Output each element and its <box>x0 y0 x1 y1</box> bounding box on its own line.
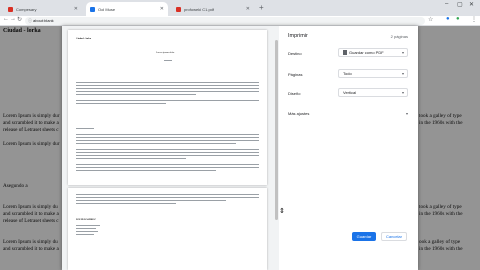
cancel-button[interactable]: Cancelar <box>381 232 407 241</box>
forward-icon[interactable]: → <box>10 16 16 22</box>
info-icon[interactable]: ⓘ <box>28 17 32 25</box>
mouse-cursor-icon: ⇕ <box>279 208 285 215</box>
tab-favicon-icon <box>90 6 95 12</box>
star-icon[interactable]: ☆ <box>428 16 433 23</box>
tab-favicon-icon <box>8 6 13 12</box>
preview-page-1: Ciudad - lorka Lorem ipsum dolor <box>68 30 267 185</box>
pdf-icon <box>343 50 347 56</box>
page-count: 2 páginas <box>390 34 408 39</box>
extension-icon[interactable]: ● <box>446 16 450 22</box>
tab-2[interactable]: Ool Muse ✕ <box>86 2 168 16</box>
close-window-button[interactable]: ✕ <box>469 1 474 8</box>
tab-label: profoweki C1.pdf <box>184 6 215 12</box>
layout-select[interactable]: Vertical ▾ <box>338 88 408 97</box>
chevron-down-icon: ▾ <box>401 50 404 55</box>
close-tab-icon[interactable]: ✕ <box>74 6 78 12</box>
print-preview: Ciudad - lorka Lorem ipsum dolor DAVID R… <box>62 26 279 270</box>
reload-icon[interactable]: ↻ <box>17 16 22 23</box>
close-tab-icon[interactable]: ✕ <box>160 6 164 12</box>
tab-label: Compesary <box>16 6 37 12</box>
preview-name: DAVID RAMIREZ <box>76 218 96 221</box>
preview-scrollbar-thumb[interactable] <box>275 40 278 220</box>
chevron-down-icon: ▾ <box>401 90 404 95</box>
layout-value: Vertical <box>343 90 357 95</box>
tab-label: Ool Muse <box>98 6 116 12</box>
chevron-down-icon: ▾ <box>401 71 404 76</box>
preview-heading: Lorem ipsum dolor <box>156 51 175 54</box>
tab-1[interactable]: Compesary ✕ <box>4 2 82 16</box>
preview-title: Ciudad - lorka <box>76 37 92 40</box>
chevron-down-icon: ▾ <box>405 111 408 116</box>
back-icon[interactable]: ← <box>3 16 9 22</box>
more-settings-toggle[interactable]: Más ajustes ▾ <box>288 111 408 116</box>
maximize-button[interactable]: ▢ <box>457 1 463 8</box>
address-text: about:blank <box>33 18 54 23</box>
address-bar[interactable]: ⓘ about:blank <box>25 17 425 25</box>
save-button[interactable]: Guardar <box>352 232 376 241</box>
minimize-button[interactable]: – <box>445 1 448 7</box>
destination-label: Destino <box>288 51 302 56</box>
print-title: Imprimir <box>288 33 308 39</box>
more-settings-label: Más ajustes <box>288 111 310 116</box>
close-tab-icon[interactable]: ✕ <box>246 6 250 12</box>
preview-page-2: DAVID RAMIREZ <box>68 188 267 270</box>
pages-select[interactable]: Todo ▾ <box>338 69 408 78</box>
menu-icon[interactable]: ⋮ <box>471 16 477 23</box>
pages-value: Todo <box>343 71 352 76</box>
profile-icon[interactable]: ● <box>456 16 460 22</box>
layout-label: Diseño <box>288 91 301 96</box>
tab-3[interactable]: profoweki C1.pdf ✕ <box>172 2 254 16</box>
destination-value: Guardar como PDF <box>349 50 384 55</box>
pages-label: Páginas <box>288 72 303 77</box>
new-tab-button[interactable]: + <box>259 3 264 12</box>
destination-select[interactable]: Guardar como PDF ▾ <box>338 48 408 57</box>
tab-favicon-icon <box>176 6 181 12</box>
